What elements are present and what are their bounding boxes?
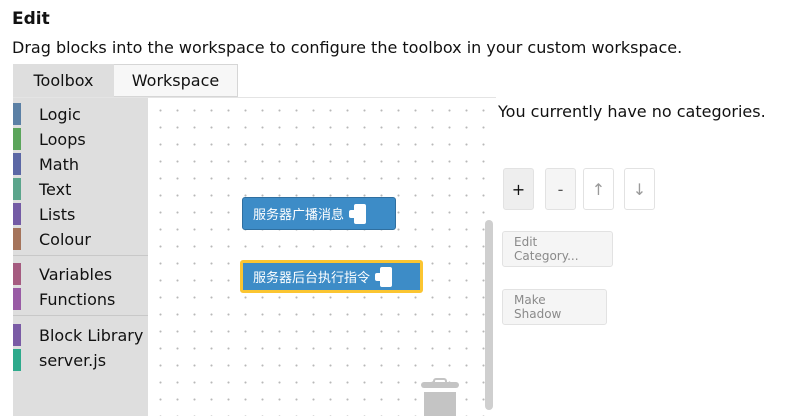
make-shadow-button[interactable]: Make Shadow: [502, 289, 607, 325]
value-input-slot[interactable]: [349, 203, 367, 224]
move-category-down-button[interactable]: ↓: [624, 168, 655, 210]
category-color-swatch: [13, 228, 21, 250]
toolbox-item-variables[interactable]: Variables: [13, 262, 148, 286]
remove-category-button[interactable]: -: [545, 168, 576, 210]
toolbox-item-server-js[interactable]: server.js: [13, 348, 148, 372]
tab-bar: Toolbox Workspace: [13, 64, 238, 97]
workspace-scrollbar[interactable]: [485, 220, 493, 410]
toolbox-item-label: Logic: [39, 104, 81, 124]
toolbox-item-label: server.js: [39, 350, 107, 370]
category-color-swatch: [13, 103, 21, 125]
add-category-button[interactable]: +: [503, 168, 534, 210]
block-label: 服务器后台执行指令: [253, 271, 371, 286]
blockly-editor: Logic Loops Math Text Lists Colour Varia…: [13, 97, 496, 416]
toolbox-item-label: Functions: [39, 289, 116, 309]
toolbox-item-lists[interactable]: Lists: [13, 202, 148, 226]
toolbox-separator: [13, 255, 148, 256]
tab-toolbox[interactable]: Toolbox: [13, 64, 114, 97]
workspace-canvas[interactable]: 服务器广播消息 服务器后台执行指令: [148, 98, 496, 416]
category-color-swatch: [13, 288, 21, 310]
toolbox-item-colour[interactable]: Colour: [13, 227, 148, 251]
toolbox-item-math[interactable]: Math: [13, 152, 148, 176]
tab-workspace[interactable]: Workspace: [114, 64, 238, 97]
toolbox-item-text[interactable]: Text: [13, 177, 148, 201]
execute-command-block[interactable]: 服务器后台执行指令: [240, 260, 423, 293]
toolbox-item-label: Math: [39, 154, 80, 174]
toolbox-item-label: Lists: [39, 204, 76, 224]
move-category-up-button[interactable]: ↑: [583, 168, 614, 210]
category-color-swatch: [13, 349, 21, 371]
toolbox-panel: Logic Loops Math Text Lists Colour Varia…: [13, 98, 148, 416]
trash-body: [424, 392, 456, 416]
category-color-swatch: [13, 203, 21, 225]
no-categories-message: You currently have no categories.: [498, 102, 766, 121]
toolbox-item-label: Variables: [39, 264, 113, 284]
category-color-swatch: [13, 324, 21, 346]
page-subtitle: Drag blocks into the workspace to config…: [12, 38, 683, 57]
category-color-swatch: [13, 263, 21, 285]
edit-category-button[interactable]: Edit Category...: [502, 231, 613, 267]
page-title: Edit: [12, 9, 50, 29]
toolbox-item-functions[interactable]: Functions: [13, 287, 148, 311]
toolbox-item-label: Block Library: [39, 325, 144, 345]
category-color-swatch: [13, 153, 21, 175]
trash-lid: [421, 382, 459, 388]
block-label: 服务器广播消息: [253, 208, 345, 223]
broadcast-message-block[interactable]: 服务器广播消息: [242, 197, 396, 230]
toolbox-item-block-library[interactable]: Block Library: [13, 323, 148, 347]
toolbox-item-label: Colour: [39, 229, 91, 249]
trash-can-icon[interactable]: [421, 378, 459, 416]
category-color-swatch: [13, 178, 21, 200]
toolbox-item-loops[interactable]: Loops: [13, 127, 148, 151]
toolbox-item-label: Loops: [39, 129, 86, 149]
toolbox-separator: [13, 315, 148, 316]
toolbox-item-label: Text: [39, 179, 72, 199]
toolbox-item-logic[interactable]: Logic: [13, 102, 148, 126]
category-color-swatch: [13, 128, 21, 150]
value-input-slot[interactable]: [375, 266, 393, 287]
